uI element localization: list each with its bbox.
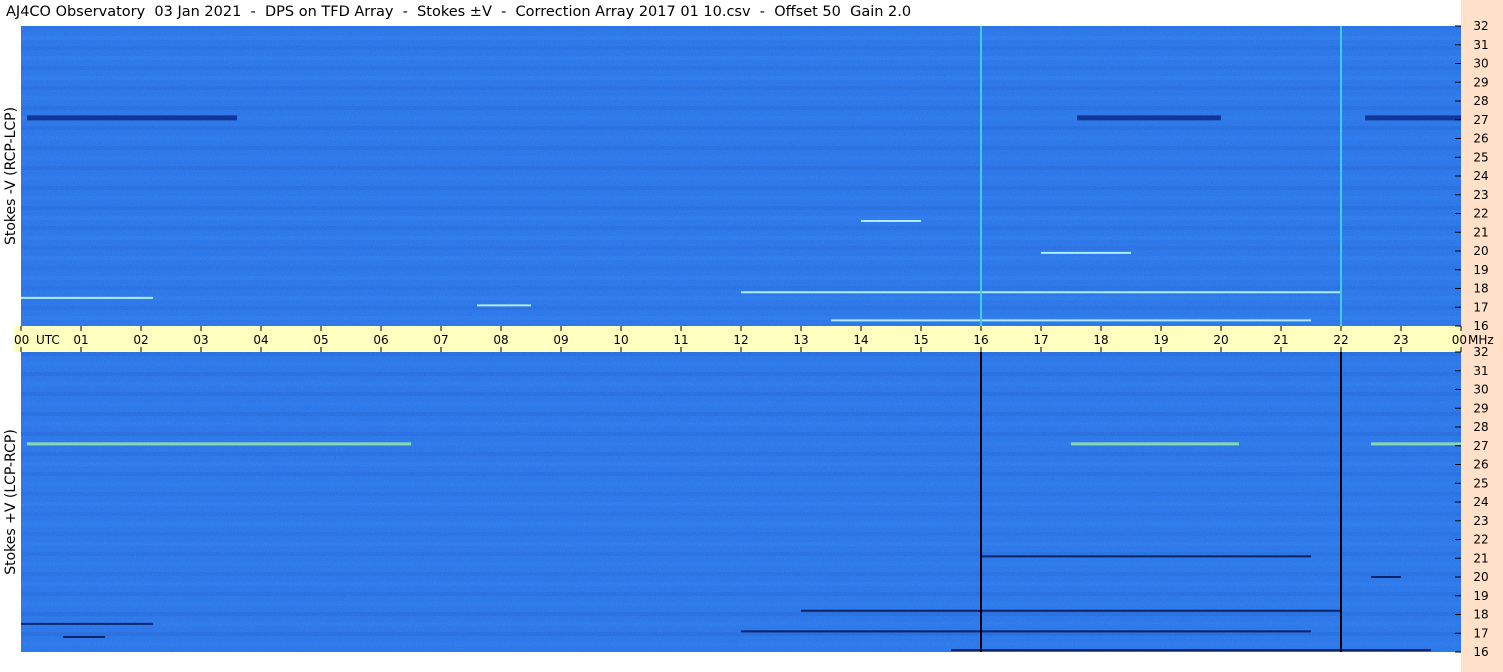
spectrogram-feature-light_line — [741, 291, 1341, 294]
spectrogram-feature-light_band — [27, 442, 411, 446]
x-tick-label: 14 — [853, 333, 868, 347]
x-tick-label: 00 — [14, 333, 29, 347]
x-tick-label: 09 — [553, 333, 568, 347]
x-tick-label: 08 — [493, 333, 508, 347]
y-tick-label: 17 — [1473, 626, 1488, 640]
x-tick-label: 01 — [73, 333, 88, 347]
spectrogram-feature-light_line — [861, 220, 921, 222]
y-tick-label: 32 — [1473, 19, 1488, 33]
spectrogram-feature-light_band — [1371, 442, 1461, 446]
dual-spectrogram-chart: 16 17 18 19 20 21 22 23 24 25 26 27 28 29 30 31 32 Stokes… — [3, 0, 1503, 672]
x-tick-label: 07 — [433, 333, 448, 347]
spectrogram-feature-dark_band — [1365, 115, 1461, 121]
spectrogram-feature-dark_line — [21, 622, 153, 625]
y-tick-label: 27 — [1473, 113, 1488, 127]
y-tick-label: 31 — [1473, 38, 1488, 52]
y-tick-label: 18 — [1473, 608, 1488, 622]
y-tick-label: 23 — [1473, 188, 1488, 202]
spectrogram-feature-dark_band — [1077, 115, 1221, 121]
x-tick-label: 18 — [1093, 333, 1108, 347]
y-tick-label: 31 — [1473, 364, 1488, 378]
x-tick-label: 11 — [673, 333, 688, 347]
y-tick-label: 23 — [1473, 514, 1488, 528]
x-tick-label: 05 — [313, 333, 328, 347]
y-tick-label: 22 — [1473, 207, 1488, 221]
spectrogram-feature-light_line — [477, 304, 531, 307]
y-axis-label: Stokes -V (RCP-LCP) — [3, 107, 19, 245]
y-tick-label: 19 — [1473, 263, 1488, 277]
y-tick-label: 27 — [1473, 439, 1488, 453]
time-marker-line — [1340, 352, 1342, 652]
y-tick-label: 30 — [1473, 383, 1488, 397]
x-tick-label: 12 — [733, 333, 748, 347]
y-axis-label: Stokes +V (LCP-RCP) — [3, 429, 19, 575]
x-tick-label: 10 — [613, 333, 628, 347]
y-tick-label: 25 — [1473, 150, 1488, 164]
y-tick-label: 21 — [1473, 225, 1488, 239]
x-tick-label: 19 — [1153, 333, 1168, 347]
x-tick-label: 02 — [133, 333, 148, 347]
y-tick-label: 22 — [1473, 533, 1488, 547]
spectrogram-feature-light_line — [21, 296, 153, 299]
spectrogram-feature-dark_line — [801, 609, 1341, 612]
time-marker-line — [1340, 26, 1342, 326]
spectrogram-feature-light_line — [1041, 251, 1131, 254]
y-tick-label: 29 — [1473, 401, 1488, 415]
y-tick-label: 30 — [1473, 57, 1488, 71]
x-tick-label: 13 — [793, 333, 808, 347]
y-tick-label: 20 — [1473, 570, 1488, 584]
spectrogram-feature-dark_line — [741, 630, 1311, 633]
spectrogram-grain — [21, 352, 1461, 652]
y-tick-label: 16 — [1473, 319, 1488, 333]
x-tick-label: 00 — [1452, 333, 1467, 347]
y-tick-label: 16 — [1473, 645, 1488, 659]
y-tick-label: 19 — [1473, 589, 1488, 603]
spectrogram-feature-dark_line — [981, 555, 1311, 558]
x-tick-label: 23 — [1393, 333, 1408, 347]
y-tick-label: 17 — [1473, 300, 1488, 314]
y-tick-label: 32 — [1473, 345, 1488, 359]
spectrogram-feature-dark_line — [63, 636, 105, 638]
spectrogram-feature-dark_line — [951, 649, 1431, 652]
time-unit-label: UTC — [36, 333, 60, 347]
y-tick-label: 29 — [1473, 75, 1488, 89]
time-marker-line — [980, 352, 982, 652]
y-tick-label: 28 — [1473, 94, 1488, 108]
y-tick-label: 26 — [1473, 132, 1488, 146]
x-tick-label: 15 — [913, 333, 928, 347]
x-tick-label: 03 — [193, 333, 208, 347]
x-tick-label: 06 — [373, 333, 388, 347]
x-tick-label: 16 — [973, 333, 988, 347]
spectrogram-feature-light_band — [1071, 442, 1239, 446]
y-tick-label: 18 — [1473, 282, 1488, 296]
spectrogram-grain — [21, 26, 1461, 326]
x-tick-label: 20 — [1213, 333, 1228, 347]
frequency-unit-label: MHz — [1468, 333, 1494, 347]
x-tick-label: 21 — [1273, 333, 1288, 347]
y-tick-label: 20 — [1473, 244, 1488, 258]
y-tick-label: 28 — [1473, 420, 1488, 434]
x-tick-label: 17 — [1033, 333, 1048, 347]
spectrogram-feature-dark_band — [27, 115, 237, 121]
y-tick-label: 24 — [1473, 495, 1488, 509]
y-tick-label: 24 — [1473, 169, 1488, 183]
y-tick-label: 25 — [1473, 476, 1488, 490]
y-tick-label: 21 — [1473, 551, 1488, 565]
x-tick-label: 04 — [253, 333, 268, 347]
y-tick-label: 26 — [1473, 458, 1488, 472]
x-tick-label: 22 — [1333, 333, 1348, 347]
spectrogram-feature-light_line — [831, 319, 1311, 322]
time-marker-line — [980, 26, 982, 326]
spectrogram-feature-dark_line — [1371, 576, 1401, 578]
